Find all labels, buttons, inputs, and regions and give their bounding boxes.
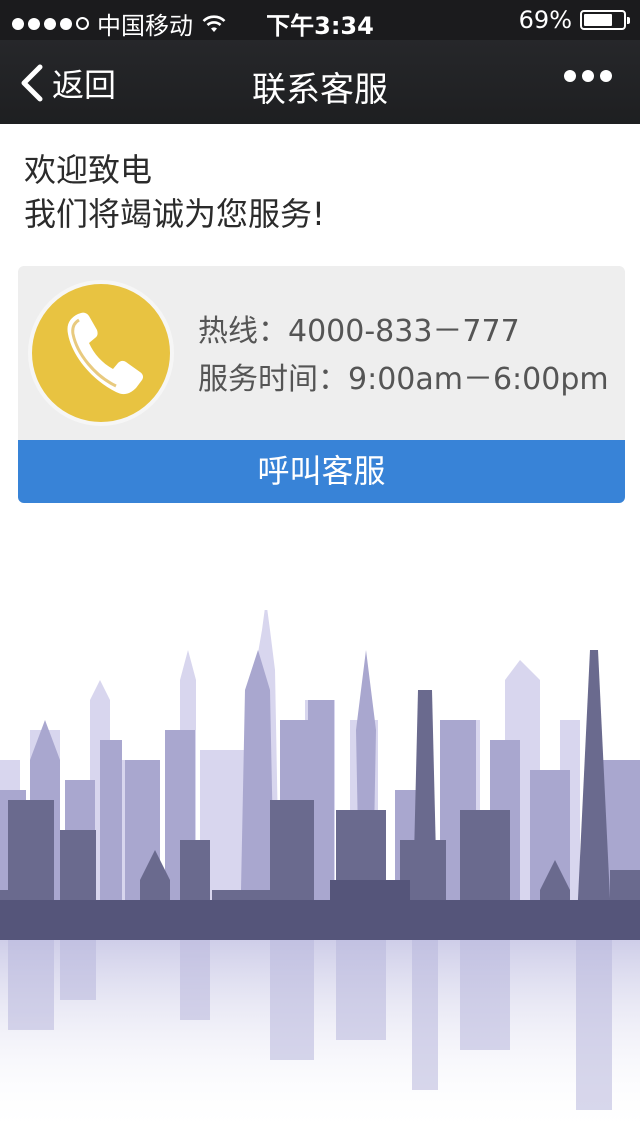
ellipsis-icon	[564, 70, 576, 82]
service-hours-text: 服务时间：9:00am－6:00pm	[198, 362, 609, 397]
contact-card: 热线：4000-833－777 服务时间：9:00am－6:00pm 呼叫客服	[18, 266, 625, 503]
welcome-line-1: 欢迎致电	[24, 151, 153, 189]
phone-icon	[28, 280, 174, 426]
battery-percent: 69%	[518, 6, 572, 34]
contact-details: 热线：4000-833－777 服务时间：9:00am－6:00pm	[198, 308, 609, 404]
nav-bar: 返回 联系客服	[0, 40, 640, 124]
more-button[interactable]	[564, 70, 612, 82]
hotline-text: 热线：4000-833－777	[198, 314, 520, 349]
contact-info-panel: 热线：4000-833－777 服务时间：9:00am－6:00pm	[18, 266, 625, 440]
status-right: 69%	[518, 6, 630, 34]
battery-icon	[580, 10, 630, 30]
page-title: 联系客服	[252, 70, 388, 110]
city-skyline-illustration	[0, 610, 640, 1136]
welcome-line-2: 我们将竭诚为您服务!	[24, 195, 325, 233]
status-bar: 中国移动 下午3:34 69%	[0, 0, 640, 40]
welcome-text: 欢迎致电 我们将竭诚为您服务!	[24, 148, 325, 236]
call-service-button[interactable]: 呼叫客服	[18, 440, 625, 503]
